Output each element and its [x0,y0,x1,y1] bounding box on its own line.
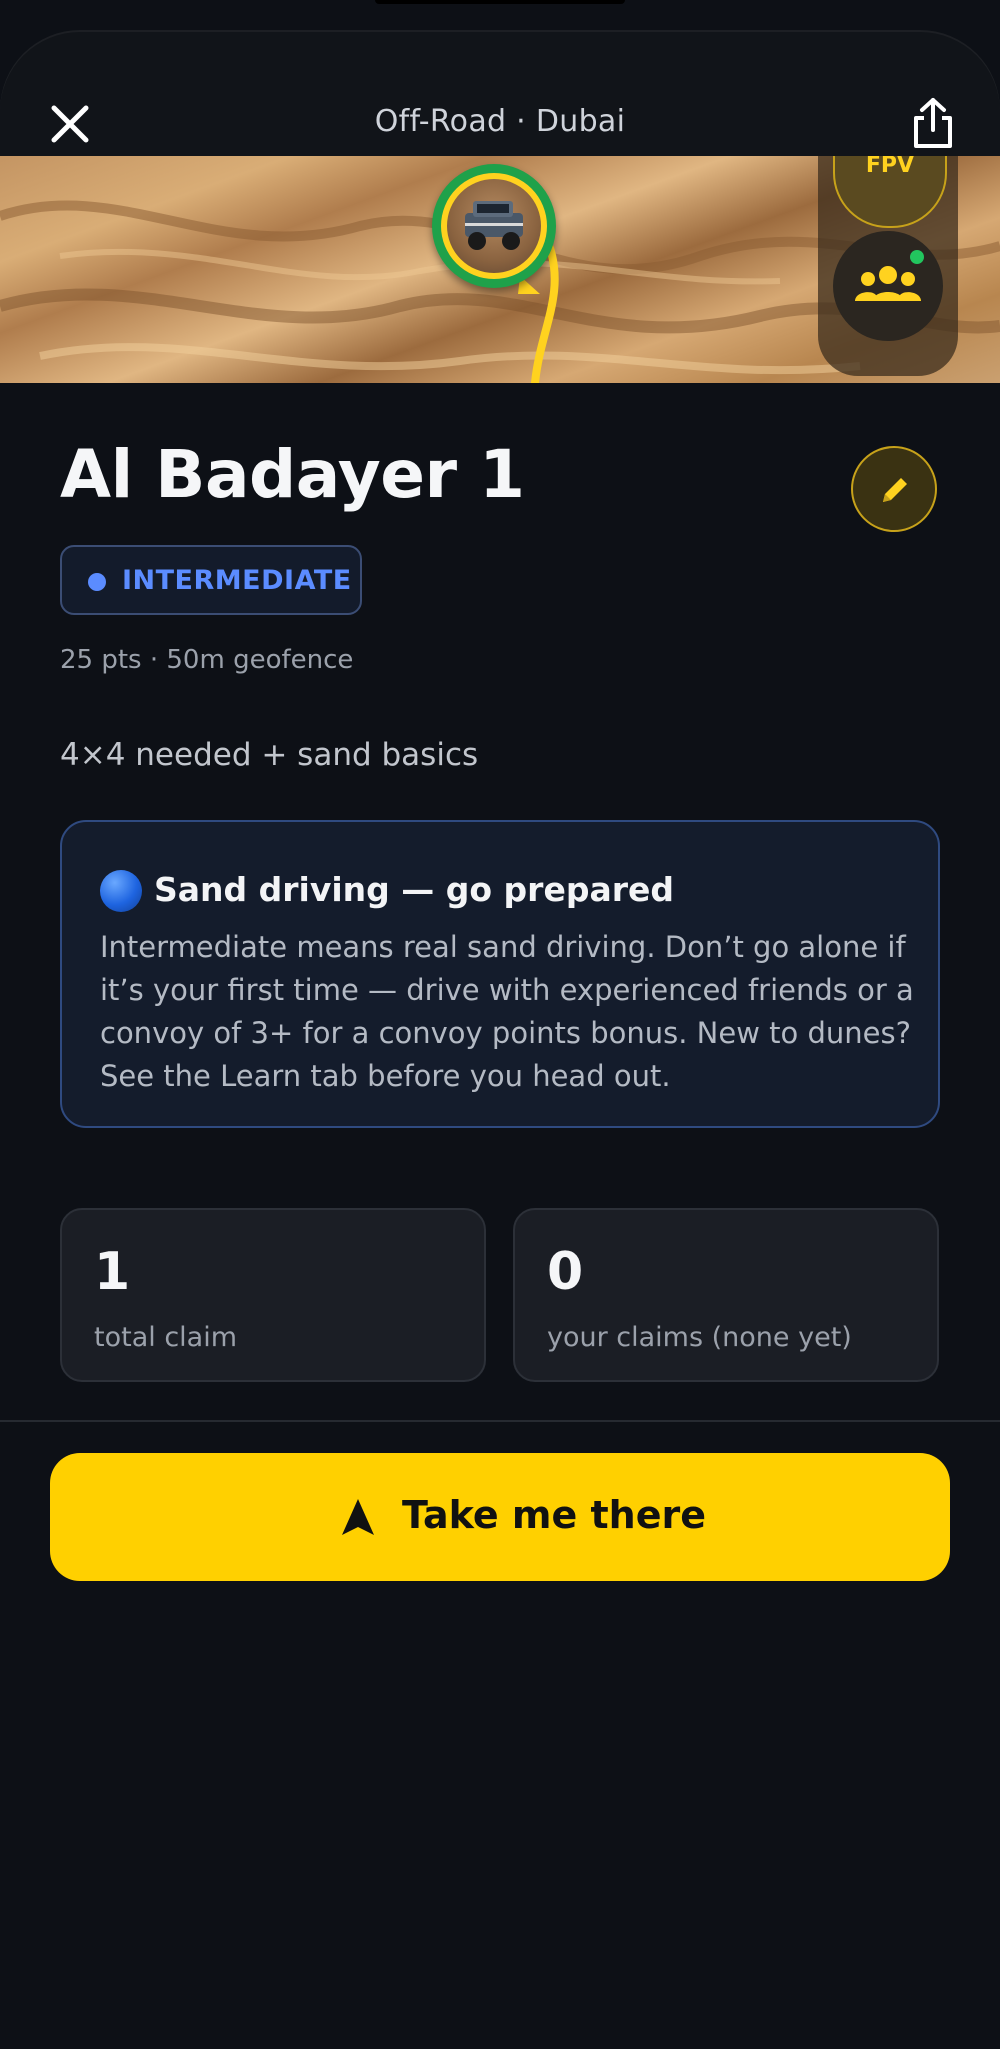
difficulty-dot [88,573,106,591]
vehicle-photo-icon [465,201,523,250]
stat-value: 0 [547,1242,584,1302]
share-button[interactable] [908,96,958,152]
info-card-body: Intermediate means real sand driving. Do… [100,930,914,1093]
share-icon [914,98,952,148]
online-status-dot [910,250,924,264]
spot-meta: 25 pts · 50m geofence [60,645,354,675]
fpv-label: FPV [865,156,915,178]
spot-title: Al Badayer 1 [60,436,525,513]
info-card-title: Sand driving — go prepared [154,870,674,909]
stat-label: total claim [94,1322,238,1353]
difficulty-label: INTERMEDIATE [122,565,352,596]
pencil-icon [883,478,907,502]
take-me-there-button[interactable]: Take me there [50,1453,950,1581]
edit-button[interactable] [851,446,937,532]
spot-description: 4×4 needed + sand basics [60,737,479,773]
stat-value: 1 [94,1242,131,1302]
stat-label: your claims (none yet) [547,1322,852,1353]
divider [0,1420,1000,1422]
device-notch [375,0,625,4]
top-bar: Off-Road · Dubai [0,30,1000,156]
cta-label: Take me there [402,1493,707,1537]
group-icon [855,266,921,301]
map-view[interactable]: FPV [0,156,1000,383]
header-title: Off-Road · Dubai [374,104,626,139]
group-button[interactable] [833,231,943,341]
navigation-arrow-icon [342,1499,374,1535]
safety-info-card: Sand driving — go prepared Intermediate … [60,820,940,1128]
blue-circle-icon [100,870,142,912]
avatar [447,179,541,273]
difficulty-badge: INTERMEDIATE [60,545,362,615]
stat-card-total-claims: 1 total claim [60,1208,486,1382]
stat-card-your-claims: 0 your claims (none yet) [513,1208,939,1382]
user-location-marker[interactable] [432,164,556,288]
